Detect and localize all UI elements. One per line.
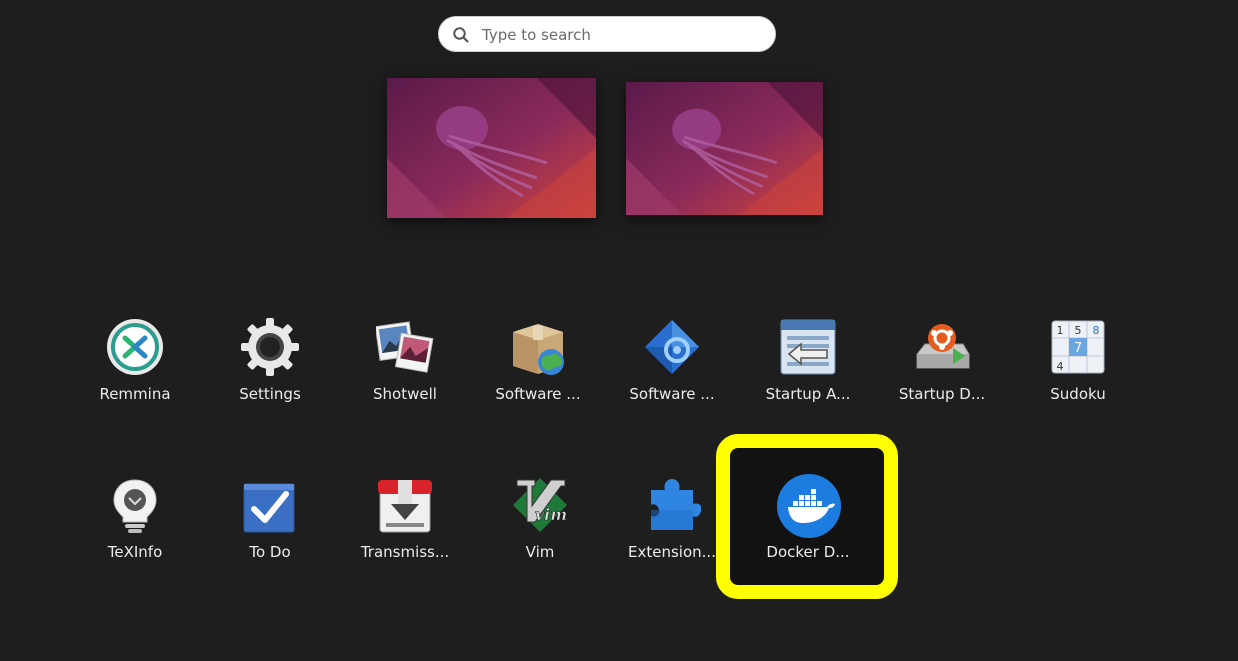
app-texinfo[interactable]: TeXInfo xyxy=(75,446,195,576)
software-updater-icon xyxy=(643,318,701,376)
app-docker-desktop[interactable]: Docker D... xyxy=(748,446,868,576)
jellyfish-wallpaper xyxy=(626,82,823,215)
app-sudoku[interactable]: 1 5 8 7 4 Sudoku xyxy=(1018,288,1138,418)
app-label: Transmiss... xyxy=(360,543,450,561)
app-label: Sudoku xyxy=(1050,385,1106,403)
app-label: Vim xyxy=(525,543,555,561)
sudoku-digit: 8 xyxy=(1093,324,1100,337)
gear-icon xyxy=(241,318,299,376)
app-label: Startup A... xyxy=(765,385,851,403)
app-label: Extension... xyxy=(628,543,716,561)
docker-icon xyxy=(777,474,841,538)
app-software-properties[interactable]: Software ... xyxy=(478,288,598,418)
shotwell-icon xyxy=(376,318,434,376)
puzzle-icon xyxy=(643,476,701,534)
app-to-do[interactable]: To Do xyxy=(210,446,330,576)
app-label: Remmina xyxy=(99,385,171,403)
app-label: Startup D... xyxy=(898,385,986,403)
sudoku-digit: 4 xyxy=(1057,360,1064,373)
workspace-thumbnail-2[interactable] xyxy=(626,82,823,215)
app-label: Settings xyxy=(239,385,301,403)
app-shotwell[interactable]: Shotwell xyxy=(345,288,465,418)
app-label: TeXInfo xyxy=(107,543,163,561)
app-vim[interactable]: vim Vim xyxy=(480,446,600,576)
app-remmina[interactable]: Remmina xyxy=(75,288,195,418)
app-extensions[interactable]: Extension... xyxy=(612,446,732,576)
app-startup-disk-creator[interactable]: Startup D... xyxy=(882,288,1002,418)
startup-applications-icon xyxy=(779,318,837,376)
search-icon xyxy=(453,27,469,43)
sudoku-digit: 5 xyxy=(1075,324,1082,337)
search-input[interactable] xyxy=(480,23,764,47)
app-startup-applications[interactable]: Startup A... xyxy=(748,288,868,418)
app-label: Shotwell xyxy=(373,385,437,403)
app-label: Software ... xyxy=(629,385,715,403)
remmina-icon xyxy=(106,318,164,376)
app-software-updater[interactable]: Software ... xyxy=(612,288,732,418)
lightbulb-icon xyxy=(106,476,164,534)
vim-wordmark: vim xyxy=(535,505,567,524)
app-settings[interactable]: Settings xyxy=(210,288,330,418)
sudoku-digit: 7 xyxy=(1074,341,1082,356)
app-label: Docker D... xyxy=(766,543,850,561)
app-transmission[interactable]: Transmiss... xyxy=(345,446,465,576)
app-label: To Do xyxy=(249,543,291,561)
sudoku-icon: 1 5 8 7 4 xyxy=(1049,318,1107,376)
startup-disk-creator-icon xyxy=(913,318,971,376)
jellyfish-wallpaper xyxy=(387,78,596,218)
search-bar[interactable] xyxy=(438,16,776,52)
software-properties-icon xyxy=(509,318,567,376)
sudoku-digit: 1 xyxy=(1057,324,1064,337)
vim-icon: vim xyxy=(511,476,569,534)
app-label: Software ... xyxy=(495,385,581,403)
transmission-icon xyxy=(376,476,434,534)
workspace-thumbnail-1[interactable] xyxy=(387,78,596,218)
todo-checkbox-icon xyxy=(241,476,299,534)
